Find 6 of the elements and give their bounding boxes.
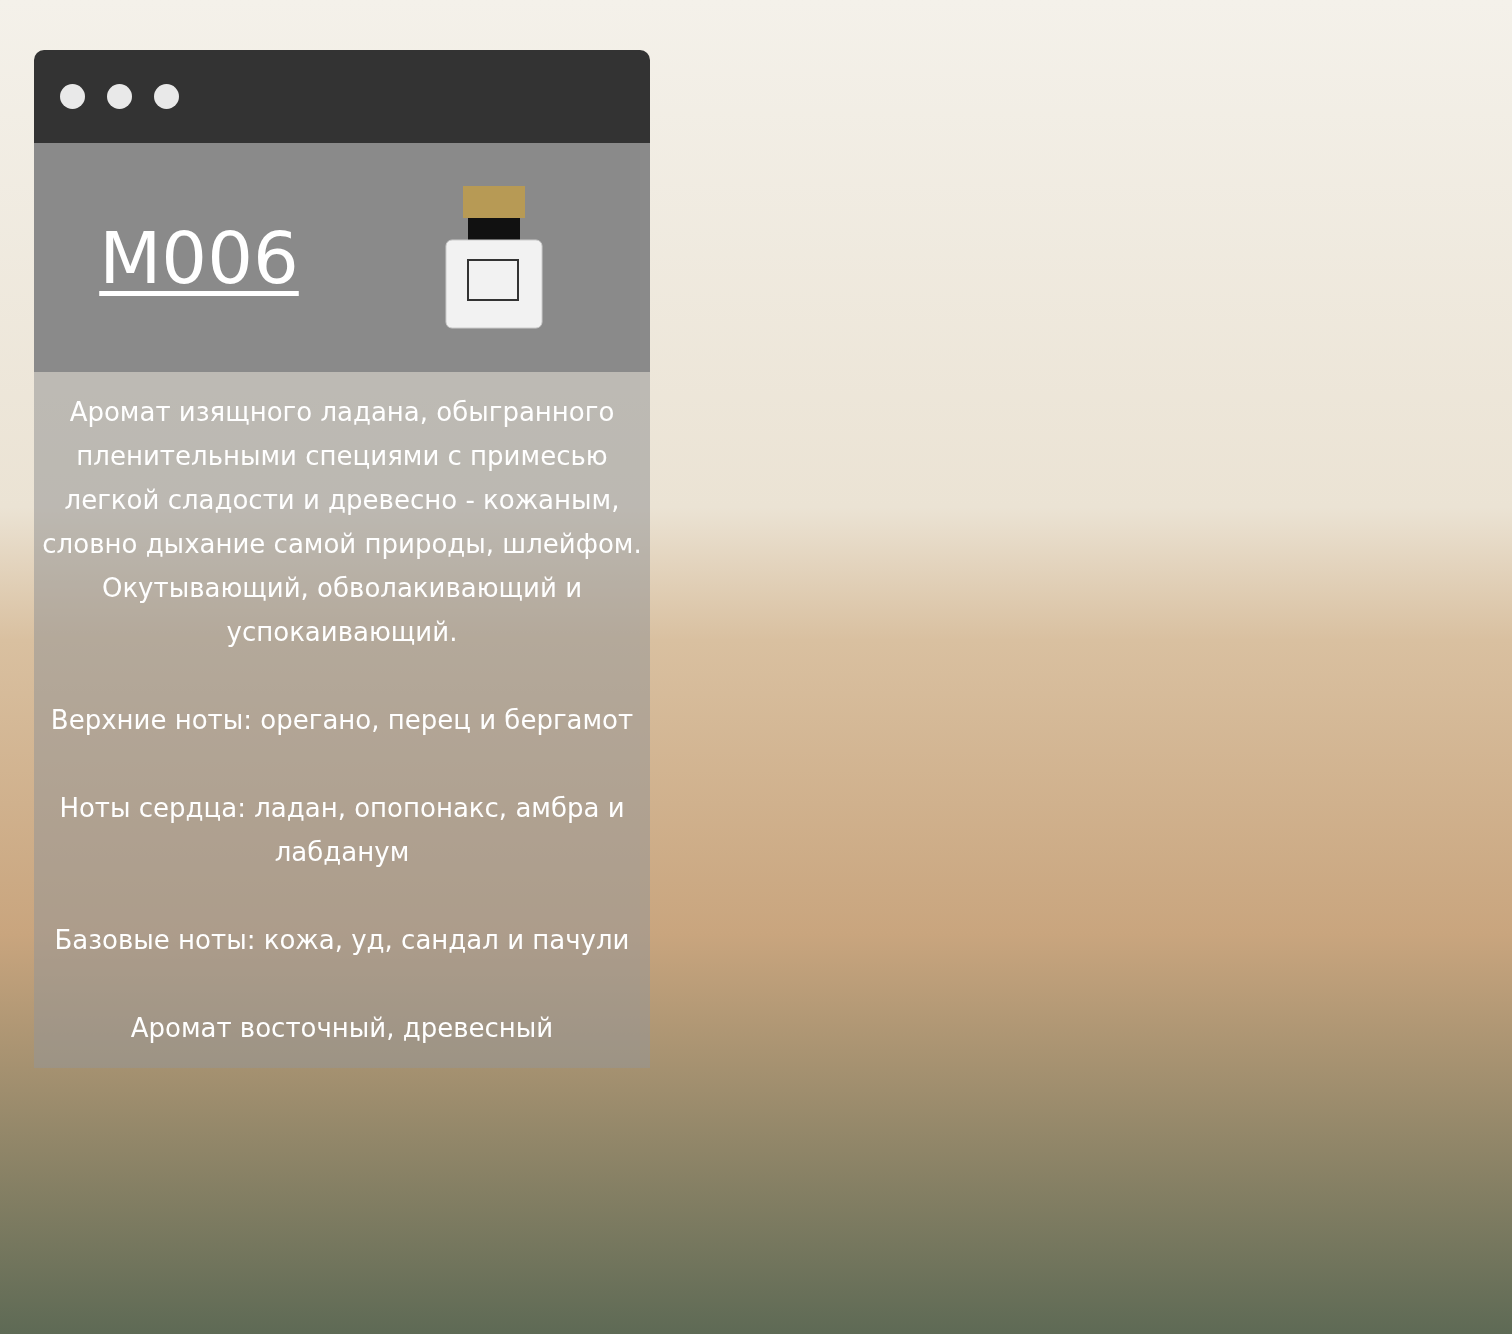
description-text: Верхние ноты: орегано, перец и бергамот [49, 704, 635, 737]
product-title-link[interactable]: M006 [99, 221, 299, 294]
description-text: Ноты сердца: ладан, опопонакс, амбра и лабданум [58, 792, 626, 869]
description-text: Аромат изящного ладана, обыгранного пленительными специями с примесью легкой сладости и древесно - кожаным, словно дыхание самой природы, шлейфом. Окутывающий, обволакивающий и успокаивающий. [41, 396, 643, 649]
description-text: Базовые ноты: кожа, уд, сандал и пачули [53, 924, 631, 957]
description-text: Аромат восточный, древесный [129, 1012, 555, 1045]
